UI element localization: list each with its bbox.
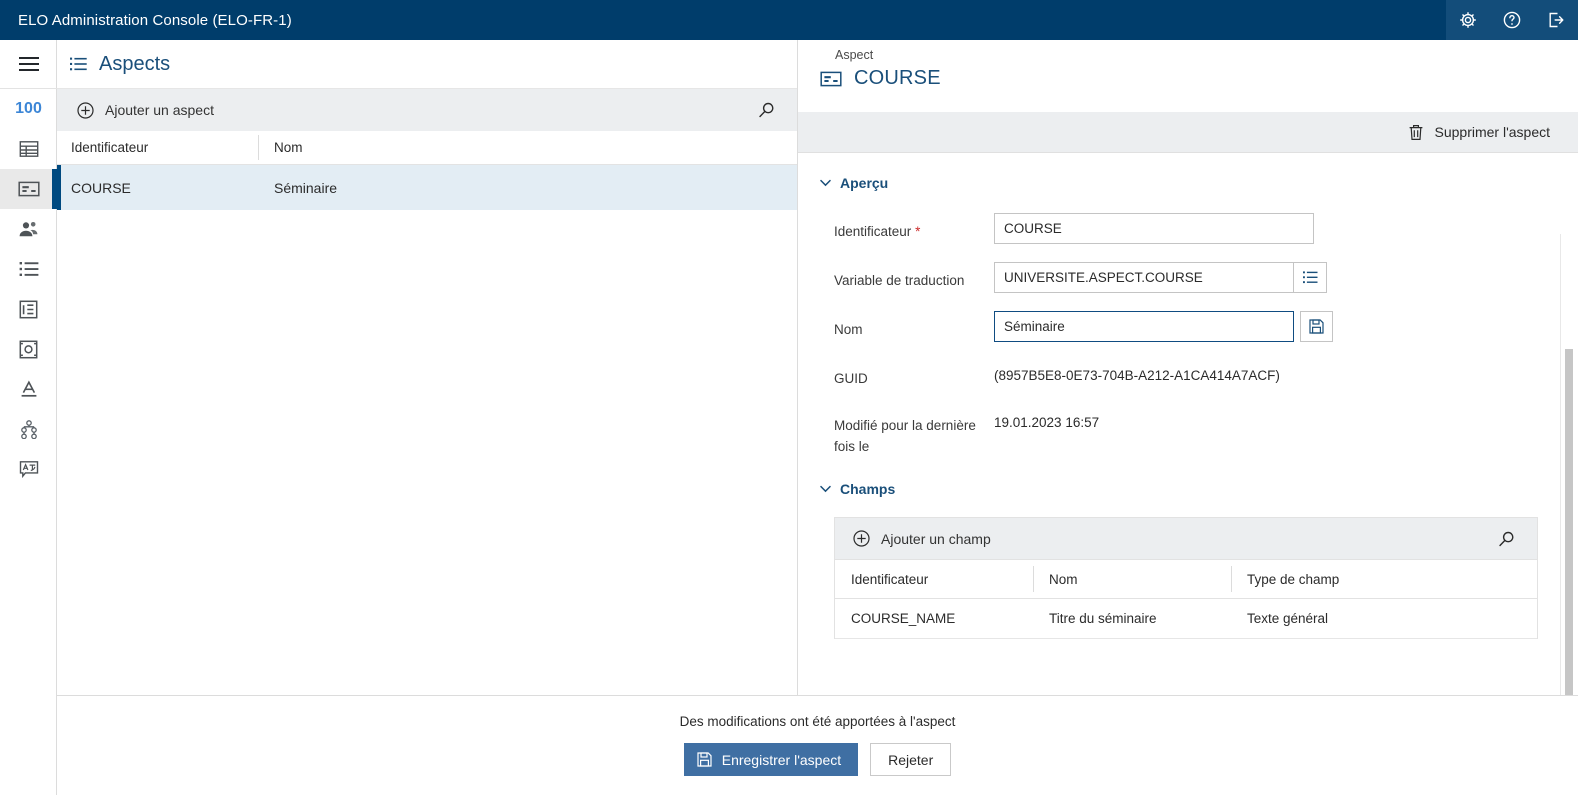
page-title: Aspects <box>99 52 171 75</box>
add-champ-button[interactable]: Ajouter un champ <box>853 530 991 547</box>
sidebar-item-translations[interactable] <box>0 449 57 489</box>
chevron-down-icon <box>820 179 831 187</box>
field-nom: Nom <box>834 311 1578 342</box>
trash-icon <box>1408 124 1424 141</box>
champs-toolbar: Ajouter un champ <box>835 518 1537 559</box>
sidebar-item-fonts[interactable] <box>0 369 57 409</box>
footer-action-bar: Des modifications ont été apportées à l'… <box>57 695 1578 805</box>
sidebar-item-images[interactable] <box>0 329 57 369</box>
champ-nom: Titre du séminaire <box>1049 611 1157 626</box>
overview-form: Identificateur * Variable de traduction <box>798 191 1578 457</box>
champs-column-nom: Nom <box>1049 571 1078 587</box>
section-header-champs[interactable]: Champs <box>798 481 1578 497</box>
rail-bottom-filler <box>0 795 57 805</box>
column-header-identificateur: Identificateur <box>71 140 149 155</box>
value-guid: (8957B5E8-0E73-704B-A212-A1CA414A7ACF) <box>994 368 1280 383</box>
icon-rail: 100 <box>0 40 57 805</box>
discard-changes-button[interactable]: Rejeter <box>870 743 952 776</box>
chevron-down-icon <box>820 485 831 493</box>
table-row[interactable]: COURSE_NAME Titre du séminaire Texte gén… <box>835 599 1537 639</box>
champs-column-headers: Identificateur Nom Type de champ <box>835 559 1537 599</box>
field-guid: GUID (8957B5E8-0E73-704B-A212-A1CA414A7A… <box>834 360 1578 389</box>
identificateur-input-wrap <box>994 213 1314 244</box>
sidebar-item-hierarchy[interactable] <box>0 409 57 449</box>
section-title-champs: Champs <box>840 481 896 497</box>
settings-icon[interactable] <box>1456 8 1480 32</box>
value-modified: 19.01.2023 16:57 <box>994 415 1100 430</box>
logout-icon[interactable] <box>1544 8 1568 32</box>
label-identificateur: Identificateur * <box>834 213 994 242</box>
column-header-nom: Nom <box>274 140 303 155</box>
detail-title-row: COURSE <box>810 67 1578 90</box>
top-bar: ELO Administration Console (ELO-FR-1) <box>0 0 1578 40</box>
aspect-detail-panel: Aspect COURSE Supprimer l'aspect Aperçu … <box>798 40 1578 695</box>
section-title-apercu: Aperçu <box>840 175 889 191</box>
plus-circle-icon <box>77 101 94 119</box>
add-aspect-label: Ajouter un aspect <box>105 102 214 118</box>
nom-input-wrap <box>994 311 1333 342</box>
translation-list-button[interactable] <box>1294 262 1327 293</box>
list-icon <box>70 57 87 71</box>
add-aspect-button[interactable]: Ajouter un aspect <box>77 101 214 119</box>
hamburger-menu-icon[interactable] <box>0 40 57 89</box>
champs-table: Ajouter un champ Identificateur Nom Type… <box>834 517 1538 639</box>
search-icon[interactable] <box>1498 530 1515 547</box>
help-icon[interactable] <box>1500 8 1524 32</box>
application-window: ELO Administration Console (ELO-FR-1) 10… <box>0 0 1578 805</box>
save-name-button[interactable] <box>1300 311 1333 342</box>
app-title: ELO Administration Console (ELO-FR-1) <box>18 11 292 29</box>
detail-header: Aspect COURSE <box>798 40 1578 112</box>
rail-counter[interactable]: 100 <box>0 89 57 129</box>
field-variable-traduction: Variable de traduction <box>834 262 1578 293</box>
field-identificateur: Identificateur * <box>834 213 1578 244</box>
search-icon[interactable] <box>758 102 775 119</box>
row-identificateur: COURSE <box>71 179 131 196</box>
save-aspect-label: Enregistrer l'aspect <box>721 751 842 768</box>
nom-input[interactable] <box>994 311 1294 342</box>
champ-identificateur: COURSE_NAME <box>851 611 956 626</box>
list-header: Aspects <box>57 40 797 89</box>
floppy-disk-icon <box>697 752 712 767</box>
add-champ-label: Ajouter un champ <box>881 530 991 547</box>
detail-scrollbar-thumb[interactable] <box>1565 349 1573 695</box>
breadcrumb: Aspect <box>835 48 874 62</box>
card-icon <box>820 71 842 87</box>
table-row[interactable]: COURSE Séminaire <box>57 165 797 210</box>
label-modified: Modifié pour la dernière fois le <box>834 418 976 454</box>
label-identificateur-text: Identificateur <box>834 224 912 239</box>
sidebar-item-info-box[interactable] <box>0 289 57 329</box>
unsaved-changes-message: Des modifications ont été apportées à l'… <box>679 714 956 729</box>
footer-buttons: Enregistrer l'aspect Rejeter <box>683 743 952 776</box>
sidebar-item-aspects[interactable] <box>0 169 57 209</box>
save-aspect-button[interactable]: Enregistrer l'aspect <box>683 743 859 776</box>
sidebar-item-lists[interactable] <box>0 249 57 289</box>
delete-aspect-button[interactable]: Supprimer l'aspect <box>1408 124 1551 141</box>
top-bar-actions <box>1446 0 1578 40</box>
identificateur-input[interactable] <box>994 213 1314 244</box>
detail-title: COURSE <box>854 67 941 89</box>
list-column-headers: Identificateur Nom <box>57 131 797 165</box>
sidebar-item-table[interactable] <box>0 129 57 169</box>
detail-toolbar: Supprimer l'aspect <box>798 112 1578 153</box>
champs-column-identificateur: Identificateur <box>851 571 929 587</box>
delete-aspect-label: Supprimer l'aspect <box>1434 124 1551 140</box>
detail-body: Aperçu Identificateur * Variable de trad… <box>798 153 1578 695</box>
required-marker: * <box>915 224 921 239</box>
label-nom: Nom <box>834 322 863 337</box>
variable-traduction-input-wrap <box>994 262 1327 293</box>
aspects-list-panel: Aspects Ajouter un aspect Identificateur… <box>57 40 798 695</box>
detail-scrollbar-track[interactable] <box>1560 234 1578 695</box>
sidebar-item-users[interactable] <box>0 209 57 249</box>
label-variable-traduction: Variable de traduction <box>834 273 965 288</box>
field-modified: Modifié pour la dernière fois le 19.01.2… <box>834 407 1578 457</box>
plus-circle-icon <box>853 530 870 547</box>
champ-type: Texte général <box>1247 611 1329 626</box>
row-nom: Séminaire <box>274 179 338 196</box>
list-toolbar: Ajouter un aspect <box>57 89 797 131</box>
label-guid: GUID <box>834 371 868 386</box>
champs-column-type: Type de champ <box>1247 571 1340 587</box>
section-header-apercu[interactable]: Aperçu <box>798 153 1578 191</box>
rail-counter-value: 100 <box>15 100 42 117</box>
variable-traduction-input[interactable] <box>994 262 1294 293</box>
